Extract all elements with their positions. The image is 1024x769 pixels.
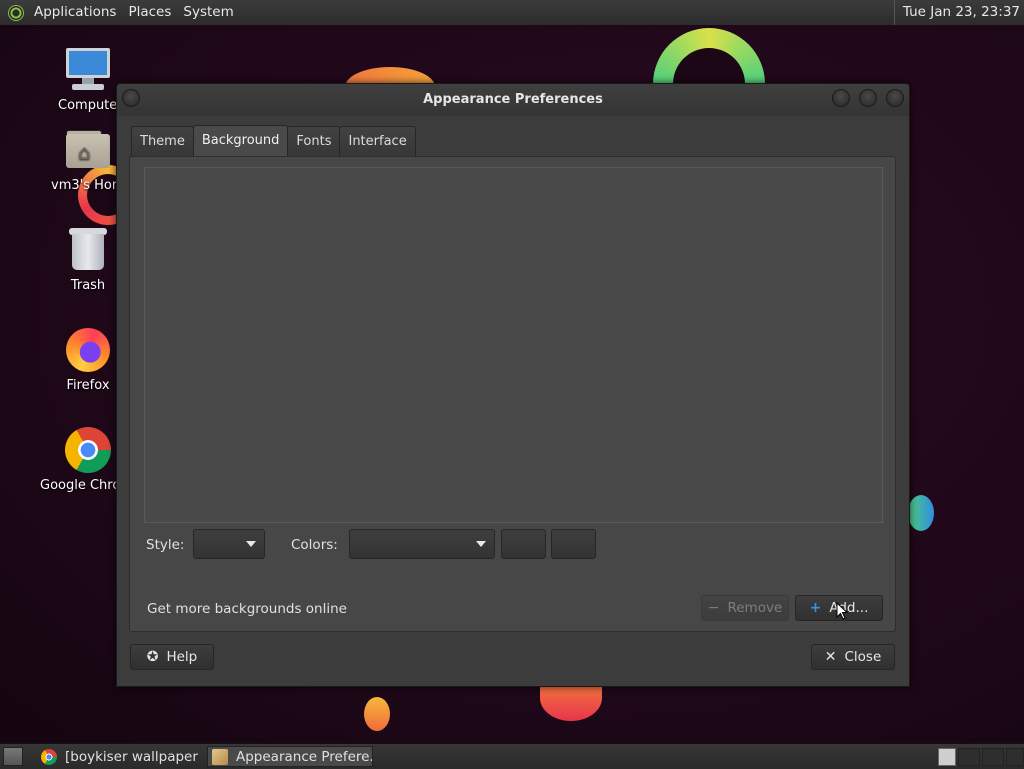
lifebuoy-icon: ✪ bbox=[146, 649, 159, 665]
style-dropdown[interactable] bbox=[193, 529, 265, 559]
trash-icon bbox=[64, 226, 112, 274]
background-tab-panel: Style: Colors: Get more backgrounds onli… bbox=[129, 156, 896, 632]
colors-dropdown[interactable] bbox=[349, 529, 495, 559]
bottom-panel: [boykiser wallpaper ... Appearance Prefe… bbox=[0, 743, 1024, 769]
remove-button-label: Remove bbox=[727, 600, 783, 616]
mouse-pointer-icon bbox=[836, 602, 848, 620]
chrome-icon bbox=[41, 748, 57, 765]
colors-label: Colors: bbox=[291, 537, 338, 553]
primary-color-button[interactable] bbox=[501, 529, 546, 559]
home-folder-icon: ⌂ bbox=[64, 126, 112, 174]
style-label: Style: bbox=[146, 537, 185, 553]
minus-icon: − bbox=[707, 600, 720, 616]
chevron-down-icon bbox=[246, 541, 256, 547]
tab-bar: Theme Background Fonts Interface bbox=[131, 125, 416, 157]
menu-applications[interactable]: Applications bbox=[28, 0, 122, 25]
tab-interface[interactable]: Interface bbox=[339, 126, 416, 156]
remove-button[interactable]: − Remove bbox=[701, 595, 789, 621]
close-window-icon[interactable] bbox=[886, 89, 904, 107]
close-button-label: Close bbox=[844, 649, 882, 665]
dialog-titlebar[interactable]: Appearance Preferences bbox=[117, 84, 909, 116]
desktop-icon-label: Computer bbox=[58, 98, 120, 113]
menu-places[interactable]: Places bbox=[122, 0, 177, 25]
workspace-3[interactable] bbox=[982, 748, 1004, 766]
wallpaper-pill-shape bbox=[364, 697, 390, 731]
tab-background[interactable]: Background bbox=[192, 125, 289, 157]
taskbar-item-appearance[interactable]: Appearance Prefere... bbox=[207, 746, 373, 767]
appearance-preferences-dialog: Appearance Preferences Theme Background … bbox=[116, 83, 910, 687]
close-button[interactable]: ✕ Close bbox=[811, 644, 895, 670]
chrome-icon bbox=[64, 426, 112, 474]
show-desktop-icon[interactable] bbox=[3, 747, 23, 766]
maximize-icon[interactable] bbox=[859, 89, 877, 107]
desktop-icon-label: Google Chrome bbox=[40, 478, 118, 493]
workspace-4[interactable] bbox=[1006, 748, 1024, 766]
dialog-title: Appearance Preferences bbox=[423, 92, 603, 107]
help-button-label: Help bbox=[166, 649, 198, 665]
menu-system[interactable]: System bbox=[177, 0, 239, 25]
workspace-2[interactable] bbox=[958, 748, 980, 766]
taskbar-item-chrome[interactable]: [boykiser wallpaper ... bbox=[37, 746, 201, 767]
computer-icon bbox=[64, 46, 112, 94]
taskbar-item-label: Appearance Prefere... bbox=[236, 748, 373, 765]
wallpaper-pill-shape bbox=[908, 495, 934, 531]
help-button[interactable]: ✪ Help bbox=[130, 644, 214, 670]
secondary-color-button[interactable] bbox=[551, 529, 596, 559]
firefox-icon bbox=[64, 326, 112, 374]
get-more-backgrounds-link[interactable]: Get more backgrounds online bbox=[147, 601, 347, 617]
chevron-down-icon bbox=[476, 541, 486, 547]
tab-fonts[interactable]: Fonts bbox=[287, 126, 341, 156]
workspace-1[interactable] bbox=[938, 748, 956, 766]
plus-icon: + bbox=[809, 600, 822, 616]
taskbar-item-label: [boykiser wallpaper ... bbox=[65, 748, 201, 765]
clock[interactable]: Tue Jan 23, 23:37 bbox=[893, 0, 1024, 25]
wallpaper-list[interactable] bbox=[144, 167, 883, 523]
tab-theme[interactable]: Theme bbox=[131, 126, 194, 156]
dialog-content: Theme Background Fonts Interface Style: … bbox=[129, 125, 896, 632]
appearance-icon bbox=[212, 748, 228, 765]
close-icon: ✕ bbox=[824, 649, 837, 665]
minimize-icon[interactable] bbox=[832, 89, 850, 107]
top-panel: Applications Places System Tue Jan 23, 2… bbox=[0, 0, 1024, 26]
mate-logo-icon[interactable] bbox=[8, 4, 24, 21]
desktop-icon-label: vm3's Home bbox=[51, 178, 117, 193]
